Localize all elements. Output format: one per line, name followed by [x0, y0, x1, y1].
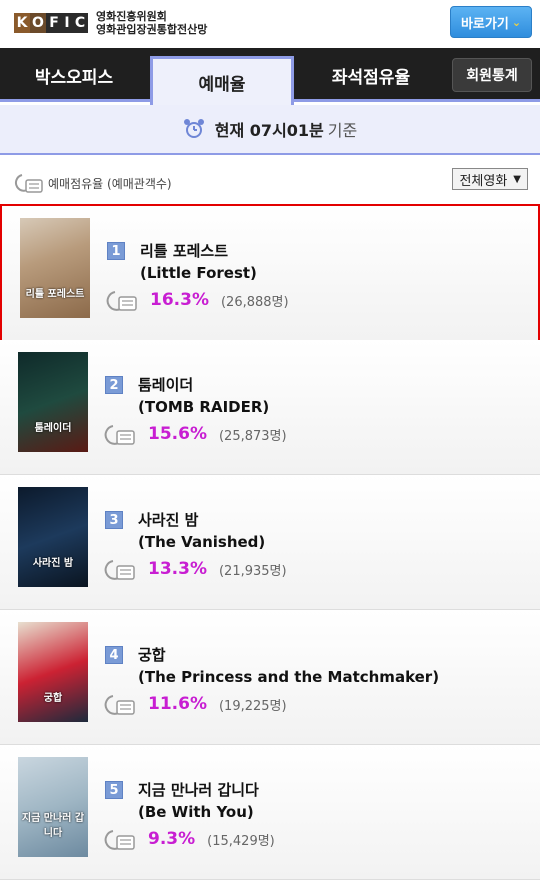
reservation-stat: 16.3% (26,888명) [106, 288, 289, 312]
filter-row: 예매점유율 (예매관객수) 전체영화 ▼ [0, 160, 540, 202]
goto-button-label: 바로가기 [460, 16, 509, 32]
ticket-share-icon [15, 174, 43, 193]
legend-text: 예매점유율 (예매관객수) [48, 176, 172, 191]
ticket-share-icon [104, 560, 135, 580]
rank-badge: 5 [105, 781, 123, 799]
rank-badge: 4 [105, 646, 123, 664]
tab-member-stats[interactable]: 회원통계 [452, 58, 532, 92]
reservation-stat: 13.3% (21,935명) [104, 557, 287, 581]
audience-count: (26,888명) [220, 294, 289, 310]
poster-caption: 궁합 [43, 693, 63, 704]
main-tabs: 박스오피스 예매율 좌석점유율 회원통계 [0, 48, 540, 105]
kofic-logo[interactable]: K O F I C 영화진흥위원회 영화관입장권통합전산망 [14, 10, 207, 36]
movie-row[interactable]: 툼레이더 2 툼레이더 (TOMB RAIDER) 15.6% (25,873명) [0, 340, 540, 475]
share-percent: 16.3% [150, 290, 209, 310]
movie-title-en: (The Princess and the Matchmaker) [138, 668, 440, 686]
triangle-down-icon: ▼ [513, 173, 521, 185]
share-percent: 9.3% [148, 829, 196, 849]
movie-title[interactable]: 사라진 밤 (The Vanished) [138, 509, 265, 553]
poster-caption: 사라진 밤 [32, 558, 74, 569]
movie-title-en: (The Vanished) [138, 533, 266, 551]
movie-title-en: (Be With You) [138, 803, 254, 821]
movie-poster[interactable]: 사라진 밤 [18, 487, 88, 587]
app-header: K O F I C 영화진흥위원회 영화관입장권통합전산망 바로가기 ⌄ [0, 0, 540, 48]
chevron-down-icon: ⌄ [511, 15, 522, 29]
share-percent: 11.6% [148, 694, 207, 714]
logo-line1: 영화진흥위원회 [96, 10, 167, 23]
movie-poster[interactable]: 지금 만나러 갑니다 [18, 757, 88, 857]
poster-caption: 툼레이더 [34, 423, 72, 434]
ticket-share-icon [104, 830, 135, 850]
movie-row[interactable]: 지금 만나러 갑니다 5 지금 만나러 갑니다 (Be With You) 9.3% (1… [0, 745, 540, 880]
share-legend: 예매점유율 (예매관객수) [14, 172, 172, 194]
audience-count: (19,225명) [218, 698, 287, 714]
movie-title-en: (TOMB RAIDER) [138, 398, 270, 416]
movie-row[interactable]: 사라진 밤 3 사라진 밤 (The Vanished) 13.3% (21,935명) [0, 475, 540, 610]
rank-badge: 1 [107, 242, 125, 260]
movie-title-ko: 툼레이더 [138, 376, 194, 394]
ticket-share-icon [104, 425, 135, 445]
movie-row[interactable]: 리틀 포레스트 1 리틀 포레스트 (Little Forest) 16.3% (26,8… [0, 204, 540, 342]
ticket-share-icon [104, 695, 135, 715]
rank-badge: 3 [105, 511, 123, 529]
movie-title[interactable]: 지금 만나러 갑니다 (Be With You) [138, 779, 259, 823]
reservation-stat: 11.6% (19,225명) [104, 692, 287, 716]
time-suffix: 기준 [327, 121, 358, 140]
movie-title[interactable]: 리틀 포레스트 (Little Forest) [140, 240, 257, 284]
movie-row[interactable]: 궁합 4 궁합 (The Princess and the Matchmaker) 11… [0, 610, 540, 745]
share-percent: 15.6% [148, 424, 207, 444]
tab-seat-occupancy[interactable]: 좌석점유율 [296, 48, 446, 102]
movie-poster[interactable]: 툼레이더 [18, 352, 88, 452]
movie-poster[interactable]: 리틀 포레스트 [20, 218, 90, 318]
audience-count: (25,873명) [218, 428, 287, 444]
time-prefix: 현재 [214, 121, 245, 140]
tab-reservation-rate[interactable]: 예매율 [150, 56, 294, 105]
movie-title[interactable]: 궁합 (The Princess and the Matchmaker) [138, 644, 439, 688]
alarm-clock-icon [183, 119, 204, 138]
select-value: 전체영화 [459, 173, 508, 189]
movie-title-ko: 리틀 포레스트 [140, 242, 229, 260]
poster-caption: 리틀 포레스트 [25, 289, 85, 300]
movie-title-ko: 궁합 [138, 646, 166, 664]
movie-title-ko: 사라진 밤 [138, 511, 199, 529]
tab-boxoffice[interactable]: 박스오피스 [0, 48, 148, 102]
movie-poster[interactable]: 궁합 [18, 622, 88, 722]
movie-title-ko: 지금 만나러 갑니다 [138, 781, 259, 799]
kofic-logo-mark: K O F I C [14, 13, 88, 33]
poster-caption: 지금 만나러 갑니다 [21, 813, 85, 839]
logo-text: 영화진흥위원회 영화관입장권통합전산망 [96, 10, 207, 36]
time-value: 07시01분 [249, 121, 324, 140]
logo-line2: 영화관입장권통합전산망 [96, 23, 208, 36]
share-percent: 13.3% [148, 559, 207, 579]
movie-filter-select[interactable]: 전체영화 ▼ [452, 168, 528, 190]
movie-title-en: (Little Forest) [140, 264, 257, 282]
audience-count: (21,935명) [218, 563, 287, 579]
movie-title[interactable]: 툼레이더 (TOMB RAIDER) [138, 374, 269, 418]
current-time-bar: 현재 07시01분 기준 [0, 105, 540, 155]
goto-button[interactable]: 바로가기 ⌄ [450, 6, 532, 38]
reservation-stat: 15.6% (25,873명) [104, 422, 287, 446]
rank-badge: 2 [105, 376, 123, 394]
audience-count: (15,429명) [207, 833, 275, 849]
ticket-share-icon [106, 291, 137, 311]
reservation-stat: 9.3% (15,429명) [104, 827, 275, 851]
